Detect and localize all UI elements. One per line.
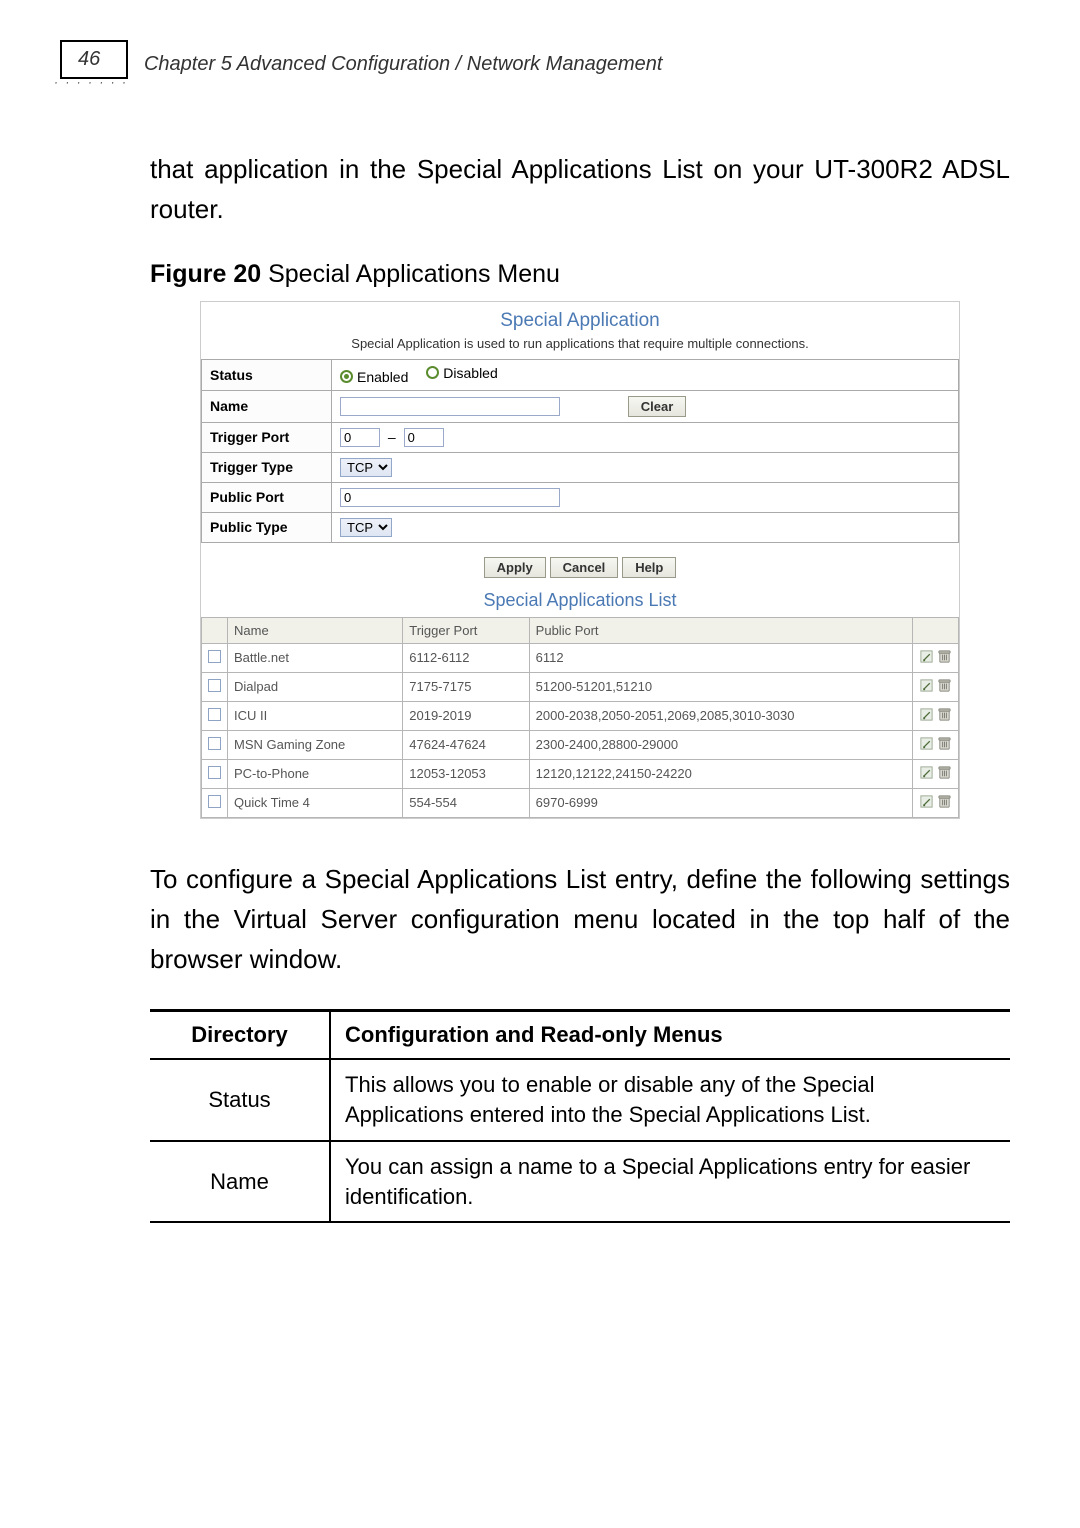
radio-unchecked-icon: [426, 366, 439, 379]
enabled-text: Enabled: [357, 369, 408, 385]
row-name: Battle.net: [228, 643, 403, 672]
button-row: Apply Cancel Help: [201, 543, 959, 584]
row-name: MSN Gaming Zone: [228, 730, 403, 759]
special-application-screenshot: Special Application Special Application …: [200, 301, 960, 819]
row-checkbox[interactable]: [208, 650, 221, 663]
name-cell: Clear: [332, 390, 959, 422]
edit-icon[interactable]: [919, 794, 934, 809]
row-checkbox[interactable]: [208, 795, 221, 808]
clear-button[interactable]: Clear: [628, 396, 687, 417]
trigger-port-from[interactable]: 0: [340, 428, 380, 447]
trigger-port-label: Trigger Port: [202, 422, 332, 452]
public-type-cell: TCP: [332, 512, 959, 542]
table-row: ICU II2019-20192000-2038,2050-2051,2069,…: [202, 701, 959, 730]
list-trigger-header: Trigger Port: [403, 617, 529, 643]
trigger-type-cell: TCP: [332, 452, 959, 482]
row-name: Dialpad: [228, 672, 403, 701]
status-label: Status: [202, 359, 332, 390]
chapter-title: Chapter 5 Advanced Configuration / Netwo…: [144, 53, 662, 76]
trash-icon[interactable]: [937, 736, 952, 751]
dir-row-desc: You can assign a name to a Special Appli…: [330, 1141, 1010, 1222]
table-row: Quick Time 4554-5546970-6999: [202, 788, 959, 817]
table-row: MSN Gaming Zone47624-476242300-2400,2880…: [202, 730, 959, 759]
status-disabled-radio[interactable]: Disabled: [426, 365, 497, 381]
dash-text: –: [384, 429, 400, 445]
row-name: ICU II: [228, 701, 403, 730]
status-enabled-radio[interactable]: Enabled: [340, 369, 408, 385]
row-public: 51200-51201,51210: [529, 672, 912, 701]
edit-icon[interactable]: [919, 678, 934, 693]
page-header: 46 · · · · · · · Chapter 5 Advanced Conf…: [60, 40, 1020, 89]
config-paragraph: To configure a Special Applications List…: [150, 859, 1010, 980]
row-public: 2300-2400,28800-29000: [529, 730, 912, 759]
list-actions-header: [913, 617, 959, 643]
list-title: Special Applications List: [201, 584, 959, 617]
dir-row-name: Name: [150, 1141, 330, 1222]
row-trigger: 12053-12053: [403, 759, 529, 788]
sa-title: Special Application: [201, 302, 959, 332]
list-public-header: Public Port: [529, 617, 912, 643]
row-trigger: 2019-2019: [403, 701, 529, 730]
trigger-type-select[interactable]: TCP: [340, 458, 392, 477]
table-row: Battle.net6112-61126112: [202, 643, 959, 672]
public-port-input[interactable]: 0: [340, 488, 560, 507]
radio-checked-icon: [340, 370, 353, 383]
trigger-type-label: Trigger Type: [202, 452, 332, 482]
table-row: PC-to-Phone12053-1205312120,12122,24150-…: [202, 759, 959, 788]
table-row: Dialpad7175-717551200-51201,51210: [202, 672, 959, 701]
dir-header-directory: Directory: [150, 1011, 330, 1060]
help-button[interactable]: Help: [622, 557, 676, 578]
edit-icon[interactable]: [919, 707, 934, 722]
public-port-cell: 0: [332, 482, 959, 512]
edit-icon[interactable]: [919, 765, 934, 780]
intro-paragraph: that application in the Special Applicat…: [150, 149, 1010, 230]
disabled-text: Disabled: [443, 365, 497, 381]
dir-header-desc: Configuration and Read-only Menus: [330, 1011, 1010, 1060]
public-type-select[interactable]: TCP: [340, 518, 392, 537]
applications-list-table: Name Trigger Port Public Port Battle.net…: [201, 617, 959, 818]
row-checkbox[interactable]: [208, 708, 221, 721]
name-label: Name: [202, 390, 332, 422]
directory-table: Directory Configuration and Read-only Me…: [150, 1009, 1010, 1223]
trash-icon[interactable]: [937, 678, 952, 693]
trigger-port-cell: 0 – 0: [332, 422, 959, 452]
row-trigger: 6112-6112: [403, 643, 529, 672]
edit-icon[interactable]: [919, 736, 934, 751]
figure-title: Figure 20 Special Applications Menu: [150, 260, 1010, 289]
dir-row-desc: This allows you to enable or disable any…: [330, 1059, 1010, 1140]
row-checkbox[interactable]: [208, 737, 221, 750]
trigger-port-to[interactable]: 0: [404, 428, 444, 447]
row-name: PC-to-Phone: [228, 759, 403, 788]
sa-form-table: Status Enabled Disabled Name Clear T: [201, 359, 959, 543]
edit-icon[interactable]: [919, 649, 934, 664]
public-type-label: Public Type: [202, 512, 332, 542]
trash-icon[interactable]: [937, 707, 952, 722]
row-trigger: 554-554: [403, 788, 529, 817]
row-checkbox[interactable]: [208, 766, 221, 779]
row-trigger: 7175-7175: [403, 672, 529, 701]
cancel-button[interactable]: Cancel: [550, 557, 619, 578]
list-checkbox-header: [202, 617, 228, 643]
trash-icon[interactable]: [937, 649, 952, 664]
apply-button[interactable]: Apply: [484, 557, 546, 578]
row-checkbox[interactable]: [208, 679, 221, 692]
dir-row-name: Status: [150, 1059, 330, 1140]
row-public: 12120,12122,24150-24220: [529, 759, 912, 788]
trash-icon[interactable]: [937, 765, 952, 780]
page-number: 46: [60, 40, 128, 79]
row-public: 6970-6999: [529, 788, 912, 817]
status-cell: Enabled Disabled: [332, 359, 959, 390]
row-trigger: 47624-47624: [403, 730, 529, 759]
name-input[interactable]: [340, 397, 560, 416]
list-name-header: Name: [228, 617, 403, 643]
row-name: Quick Time 4: [228, 788, 403, 817]
row-public: 2000-2038,2050-2051,2069,2085,3010-3030: [529, 701, 912, 730]
row-public: 6112: [529, 643, 912, 672]
trash-icon[interactable]: [937, 794, 952, 809]
public-port-label: Public Port: [202, 482, 332, 512]
sa-subtitle: Special Application is used to run appli…: [201, 332, 959, 359]
